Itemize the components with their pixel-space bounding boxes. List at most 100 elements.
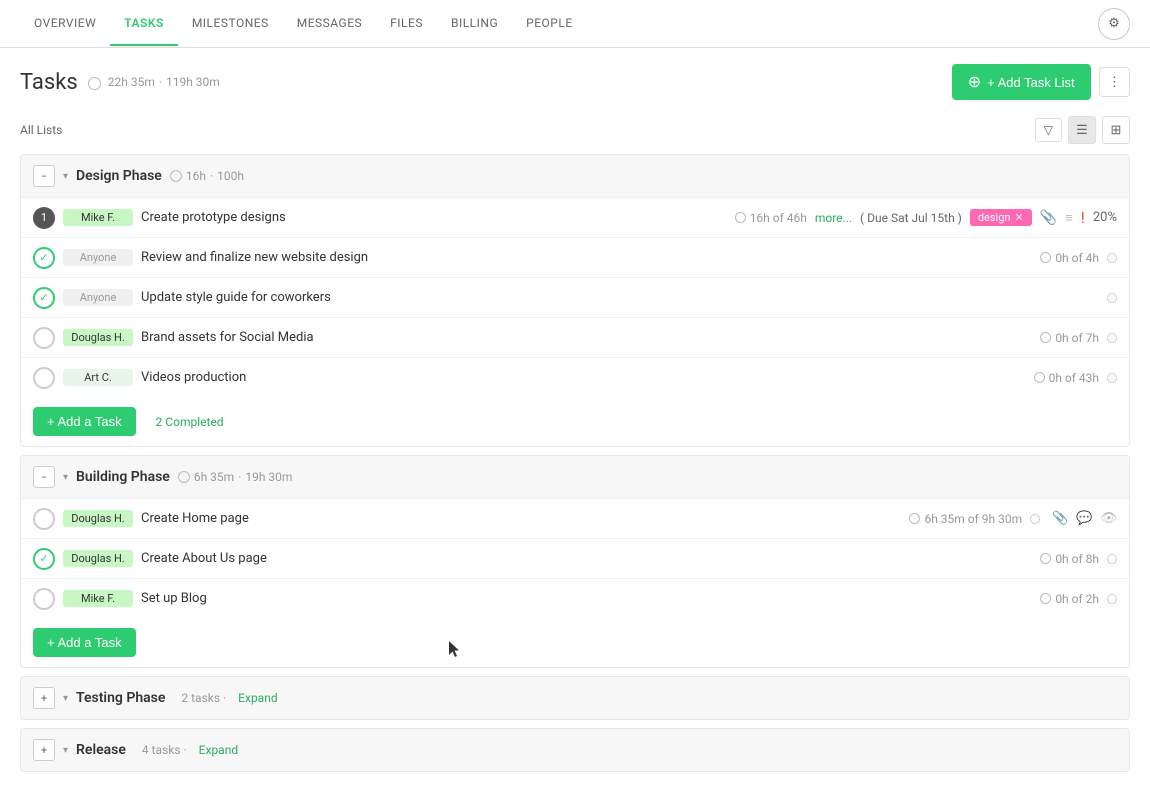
bp-task-check-2[interactable] [33, 548, 55, 570]
task-assignee-2[interactable]: Anyone [63, 249, 133, 266]
testing-phase-section: + ▾ Testing Phase 2 tasks · Expand [20, 676, 1130, 720]
release-section: + ▾ Release 4 tasks · Expand [20, 728, 1130, 772]
plus-icon: ⊕ [968, 72, 981, 92]
page-time-meta: 22h 35m · 119h 30m [88, 75, 220, 89]
bp-task-check-1[interactable] [33, 508, 55, 530]
testing-phase-chevron[interactable]: ▾ [63, 693, 68, 704]
task-dot-5[interactable] [1107, 373, 1117, 383]
testing-phase-header: + ▾ Testing Phase 2 tasks · Expand [21, 677, 1129, 719]
all-lists-label: All Lists [20, 123, 62, 137]
nav-item-overview[interactable]: OVERVIEW [20, 2, 110, 46]
clip-icon[interactable]: 📎 [1040, 210, 1057, 226]
clock-icon-bp1 [909, 513, 920, 524]
due-date: ( Due Sat Jul 15th ) [860, 211, 962, 225]
grid-view-button[interactable]: ⊞ [1102, 116, 1130, 144]
design-phase-title: Design Phase [76, 168, 162, 184]
task-dot-2[interactable] [1107, 253, 1117, 263]
eye-icon-bp1[interactable]: 👁 [1100, 511, 1117, 526]
more-link[interactable]: more... [815, 211, 852, 225]
design-tag[interactable]: design ✕ [970, 209, 1032, 226]
task-assignee-4[interactable]: Douglas H. [63, 329, 133, 346]
release-expand-link[interactable]: Expand [199, 743, 238, 757]
task-time-4: 0h of 7h [1040, 331, 1099, 345]
design-phase-chevron[interactable]: ▾ [63, 171, 68, 182]
priority-icon[interactable]: ! [1081, 208, 1085, 227]
task-time: 16h of 46h [735, 211, 807, 225]
bp-task-assignee-1[interactable]: Douglas H. [63, 510, 133, 527]
building-phase-section: − ▾ Building Phase 6h 35m · 19h 30m Doug… [20, 455, 1130, 668]
release-header: + ▾ Release 4 tasks · Expand [21, 729, 1129, 771]
settings-gear-icon[interactable]: ⚙ [1098, 8, 1130, 40]
filter-button[interactable]: ▽ [1035, 118, 1062, 142]
task-check-4[interactable] [33, 327, 55, 349]
clock-icon [88, 77, 101, 90]
nav-item-milestones[interactable]: MILESTONES [178, 2, 283, 46]
design-phase-collapse-button[interactable]: − [33, 165, 55, 187]
task-assignee[interactable]: Mike F. [63, 209, 133, 226]
bp-task-dot-3[interactable] [1107, 594, 1117, 604]
bp-task-assignee-3[interactable]: Mike F. [63, 590, 133, 607]
task-assignee-3[interactable]: Anyone [63, 289, 133, 306]
task-name-2: Review and finalize new website design [141, 250, 1032, 265]
task-dot-4[interactable] [1107, 333, 1117, 343]
task-dot-3[interactable] [1107, 293, 1117, 303]
building-phase-chevron[interactable]: ▾ [63, 472, 68, 483]
clock-icon-t5 [1034, 372, 1045, 383]
testing-phase-count: 2 tasks · [181, 691, 226, 705]
release-expand-button[interactable]: + [33, 739, 55, 761]
list-icon[interactable]: ≡ [1065, 210, 1073, 226]
task-check-2[interactable] [33, 247, 55, 269]
clock-icon-t1 [735, 212, 746, 223]
task-check-3[interactable] [33, 287, 55, 309]
building-phase-collapse-button[interactable]: − [33, 466, 55, 488]
add-task-row-bp: + Add a Task [21, 618, 1129, 667]
tag-close-icon[interactable]: ✕ [1014, 211, 1023, 224]
page-title: Tasks [20, 70, 78, 95]
task-row: Anyone Review and finalize new website d… [21, 237, 1129, 277]
bp-task-time-2: 0h of 8h [1040, 552, 1099, 566]
clock-icon-bp2 [1040, 553, 1051, 564]
bp-task-dot-1[interactable] [1030, 514, 1040, 524]
release-title: Release [76, 742, 126, 758]
building-phase-title: Building Phase [76, 469, 170, 485]
task-number-badge: 1 [33, 207, 55, 229]
nav-item-people[interactable]: PEOPLE [512, 2, 587, 46]
bp-task-check-3[interactable] [33, 588, 55, 610]
testing-phase-expand-link[interactable]: Expand [238, 691, 277, 705]
task-row: Douglas H. Brand assets for Social Media… [21, 317, 1129, 357]
task-time-2: 0h of 4h [1040, 251, 1099, 265]
bp-task-dot-2[interactable] [1107, 554, 1117, 564]
list-view-button[interactable]: ☰ [1068, 116, 1096, 144]
nav-item-billing[interactable]: BILLING [437, 2, 512, 46]
add-task-row: + Add a Task 2 Completed [21, 397, 1129, 446]
more-options-button[interactable]: ⋮ [1099, 67, 1130, 97]
testing-phase-expand-button[interactable]: + [33, 687, 55, 709]
add-task-button-design[interactable]: + Add a Task [33, 407, 136, 436]
add-task-button-building[interactable]: + Add a Task [33, 628, 136, 657]
nav-item-tasks[interactable]: TASKS [110, 2, 178, 46]
clip-icon-bp1[interactable]: 📎 [1052, 511, 1068, 526]
testing-phase-title: Testing Phase [76, 690, 165, 706]
bp-task-assignee-2[interactable]: Douglas H. [63, 550, 133, 567]
design-phase-header: − ▾ Design Phase 16h · 100h [21, 155, 1129, 197]
nav-item-messages[interactable]: MESSAGES [283, 2, 376, 46]
release-chevron[interactable]: ▾ [63, 745, 68, 756]
add-task-list-button[interactable]: ⊕ + Add Task List [952, 64, 1091, 100]
task-assignee-5[interactable]: Art C. [63, 369, 133, 386]
design-phase-time: 16h · 100h [170, 169, 244, 183]
completed-count[interactable]: 2 Completed [156, 415, 224, 429]
filter-icon: ▽ [1044, 123, 1053, 137]
comment-icon-bp1[interactable]: 💬 [1076, 511, 1092, 526]
bp-task-name-3: Set up Blog [141, 591, 1032, 606]
task-row: Art C. Videos production 0h of 43h [21, 357, 1129, 397]
task-name: Create prototype designs [141, 210, 727, 225]
task-row: 1 Mike F. Create prototype designs 16h o… [21, 197, 1129, 237]
clock-icon-t4 [1040, 332, 1051, 343]
clock-icon-bp3 [1040, 593, 1051, 604]
top-nav: OVERVIEW TASKS MILESTONES MESSAGES FILES… [0, 0, 1150, 48]
page-header: Tasks 22h 35m · 119h 30m ⊕ + Add Task Li… [0, 48, 1150, 110]
clock-icon-bp [178, 471, 190, 483]
task-check-5[interactable] [33, 367, 55, 389]
nav-item-files[interactable]: FILES [376, 2, 437, 46]
clock-icon-t2 [1040, 252, 1051, 263]
